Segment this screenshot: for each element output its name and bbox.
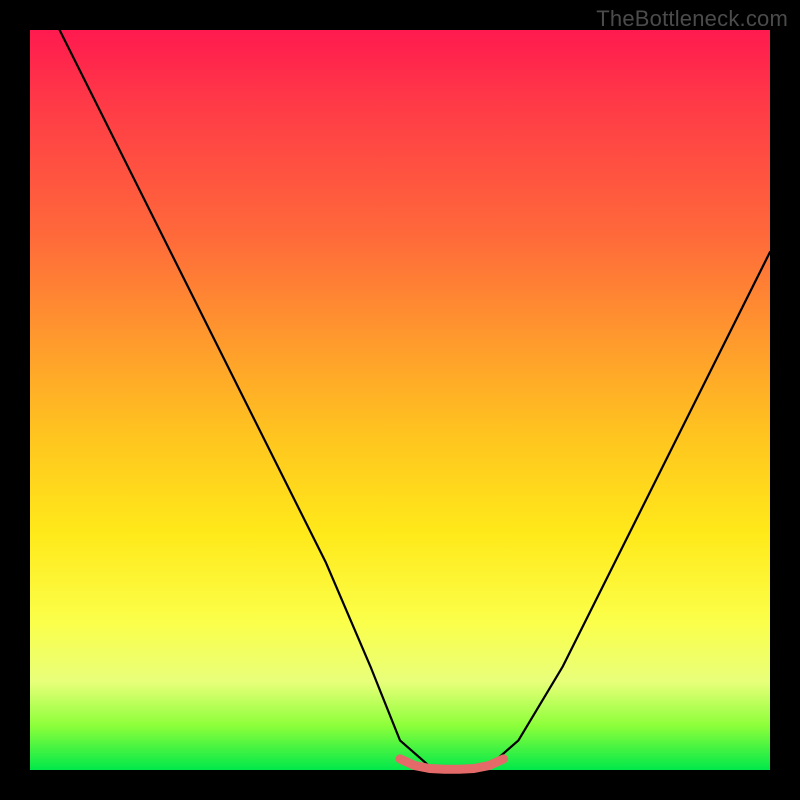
plot-area xyxy=(30,30,770,770)
watermark-text: TheBottleneck.com xyxy=(596,6,788,32)
chart-stage: TheBottleneck.com xyxy=(0,0,800,800)
main-curve-path xyxy=(60,30,770,770)
flat-segment-path xyxy=(400,759,504,769)
curve-svg xyxy=(30,30,770,770)
